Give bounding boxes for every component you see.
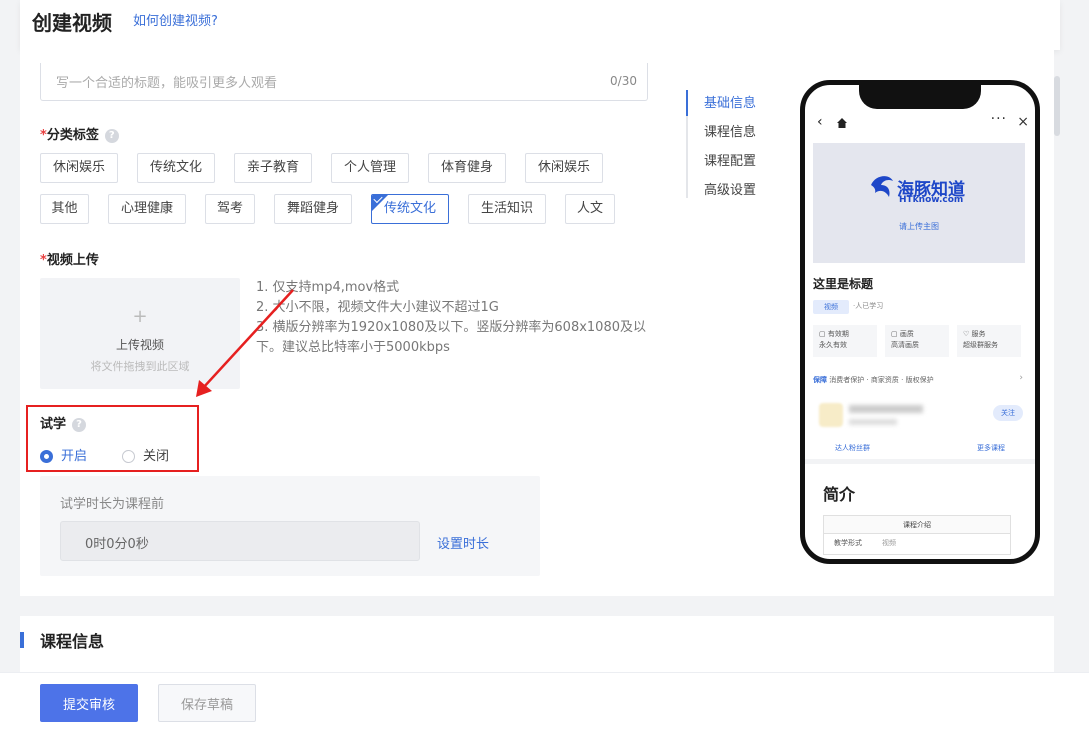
radio-unchecked-icon [122,450,135,463]
footer-bar: 提交审核 保存草稿 [0,672,1089,734]
chevron-left-icon: ‹ [817,114,823,130]
submit-review-button[interactable]: 提交审核 [40,684,138,722]
page-title: 创建视频 [32,11,112,35]
preview-title: 这里是标题 [813,277,874,291]
plus-icon: + [132,306,148,327]
tag-item[interactable]: 其他 [40,194,89,224]
tag-item[interactable]: 休闲娱乐 [40,153,118,183]
active-indicator [686,90,688,116]
upload-video-text: 上传视频 [115,338,164,352]
title-input[interactable]: 写一个合适的标题，能吸引更多人观看 0/30 [40,63,648,101]
tag-item[interactable]: 心理健康 [108,194,186,224]
section-title: 课程信息 [40,632,105,651]
phone-preview: ‹ ··· × 海豚知道 HTknow.com 请上传主图 这里是标题 视频 ·… [800,80,1040,564]
help-link[interactable]: 如何创建视频? [133,10,218,29]
trial-label: 试学? [40,413,87,432]
anchor-nav: 基础信息 课程信息 课程配置 高级设置 [686,90,756,198]
trial-on-radio[interactable]: 开启 [40,445,87,464]
preview-intro-table: 课程介绍 教学形式 视频 [823,515,1011,555]
anchor-item-course-config[interactable]: 课程配置 [704,150,756,169]
scrollbar-thumb[interactable] [1054,76,1060,136]
tag-item[interactable]: 亲子教育 [234,153,312,183]
section-accent-bar [20,632,24,648]
anchor-item-advanced[interactable]: 高级设置 [704,179,756,198]
tag-item[interactable]: 个人管理 [331,153,409,183]
video-upload-dropzone[interactable]: + 上传视频 将文件拖拽到此区域 [40,278,240,389]
set-duration-link[interactable]: 设置时长 [437,533,489,552]
follow-button: 关注 [993,405,1023,421]
preview-feature: ▢ 有效期 永久有效 [813,325,877,357]
tag-item[interactable]: 休闲娱乐 [525,153,603,183]
preview-merchant: 关注 [813,397,1025,435]
preview-learners: ·人已学习 [853,302,884,310]
tag-item[interactable]: 人文 [565,194,615,224]
title-input-placeholder: 写一个合适的标题，能吸引更多人观看 [56,76,278,91]
tag-item[interactable]: 舞蹈健身 [274,194,352,224]
dolphin-logo-icon [871,176,893,197]
upload-requirements: 1. 仅支持mp4,mov格式 2. 大小不限，视频文件大小建议不超过1G 3.… [256,280,646,355]
merchant-avatar [819,403,843,427]
save-draft-button[interactable]: 保存草稿 [158,684,256,722]
title-char-counter: 0/30 [610,74,637,88]
preview-intro-title: 简介 [823,485,856,504]
preview-cover: 海豚知道 HTknow.com 请上传主图 [813,143,1025,263]
cover-upload-hint: 请上传主图 [899,222,939,231]
page-header: 创建视频 如何创建视频? [20,0,1060,50]
checkmark-icon [372,195,388,211]
help-question-icon[interactable]: ? [104,128,119,143]
course-info-section: 课程信息 [20,616,1054,672]
preview-topbar: ‹ ··· × [805,111,1035,137]
basic-info-card: 写一个合适的标题，能吸引更多人观看 0/30 *分类标签? 休闲娱乐 传统文化 … [20,50,1060,596]
trial-duration-panel: 试学时长为课程前 0时0分0秒 设置时长 [40,476,540,576]
radio-checked-icon [40,450,53,463]
more-dots-icon: ··· [990,111,1007,127]
home-icon [837,118,847,128]
anchor-item-basic-info[interactable]: 基础信息 [704,92,756,111]
tag-item[interactable]: 体育健身 [428,153,506,183]
category-label: *分类标签? [40,124,119,143]
trial-duration-input[interactable]: 0时0分0秒 [60,521,420,561]
drag-hint: 将文件拖拽到此区域 [90,360,190,373]
anchor-item-course-info[interactable]: 课程信息 [704,121,756,140]
video-upload-label: *视频上传 [40,253,99,268]
preview-feature: ▢ 画质 高清画质 [885,325,949,357]
preview-guarantee: 保障 消费者保护 · 商家资质 · 版权保护 › [813,373,1023,384]
phone-notch [859,85,981,109]
brand-logo: 海豚知道 HTknow.com [869,173,979,213]
preview-feature: ♡ 服务 超级群服务 [957,325,1021,357]
tag-item-selected[interactable]: 传统文化 [371,194,449,224]
tag-item[interactable]: 驾考 [205,194,255,224]
trial-off-radio[interactable]: 关闭 [122,445,169,464]
chevron-right-icon: › [1019,373,1023,383]
preview-type-badge: 视频 [813,300,849,314]
close-icon: × [1017,114,1029,130]
tag-item[interactable]: 传统文化 [137,153,215,183]
help-question-icon[interactable]: ? [72,417,87,432]
tag-item[interactable]: 生活知识 [468,194,546,224]
trial-duration-label: 试学时长为课程前 [60,497,165,512]
